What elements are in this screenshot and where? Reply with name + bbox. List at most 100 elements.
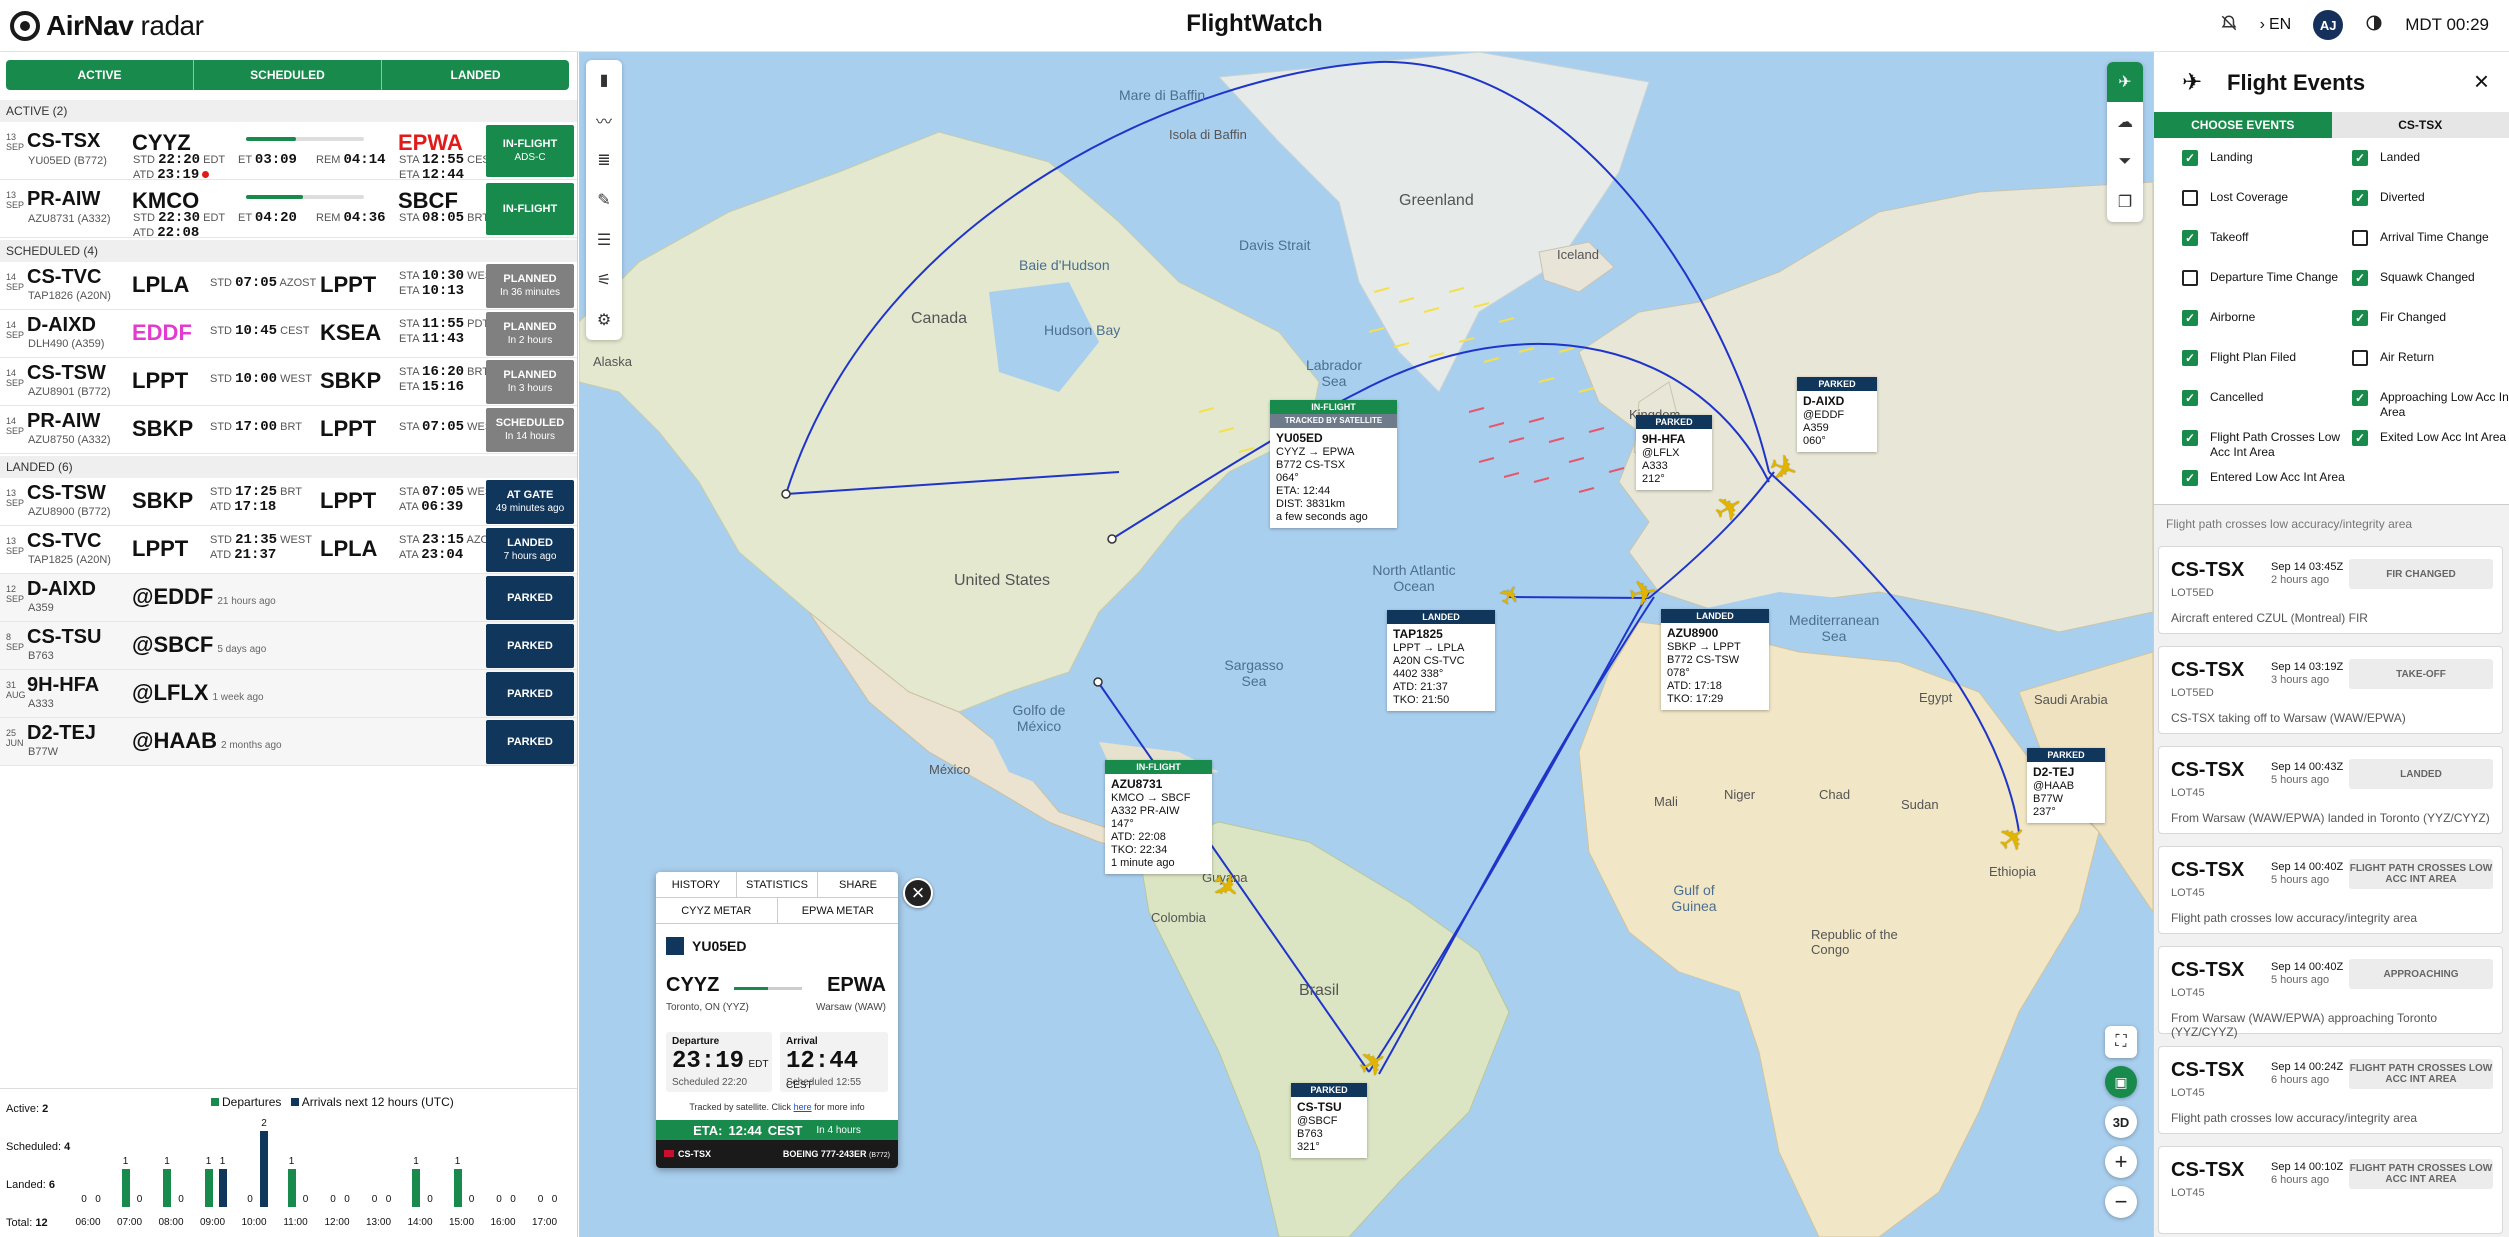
tab-scheduled[interactable]: SCHEDULED xyxy=(194,60,382,90)
checkbox-checked-icon[interactable]: ✓ xyxy=(2352,190,2368,206)
filter-list-icon[interactable]: ☰ xyxy=(586,220,622,260)
flight-tag-azu8731[interactable]: IN-FLIGHT AZU8731 KMCO → SBCF A332 PR-AI… xyxy=(1105,760,1212,874)
close-card-button[interactable]: × xyxy=(903,878,933,908)
checkbox-checked-icon[interactable]: ✓ xyxy=(2182,430,2198,446)
checkbox-unchecked-icon[interactable] xyxy=(2182,270,2198,286)
checkbox-checked-icon[interactable]: ✓ xyxy=(2182,390,2198,406)
event-card[interactable]: CS-TSX LOT5ED Sep 14 03:19Z 3 hours ago TAKE… xyxy=(2158,646,2503,734)
flight-tag-d-aixd[interactable]: PARKED D-AIXD @EDDF A359 060° xyxy=(1797,377,1877,452)
filter-settings-icon[interactable]: ⚟ xyxy=(586,260,622,300)
weather-icon[interactable]: ☁ xyxy=(2107,102,2143,142)
theme-toggle-icon[interactable] xyxy=(2365,14,2383,37)
event-option[interactable]: ✓ Entered Low Acc Int Area xyxy=(2182,470,2347,486)
flight-row[interactable]: 13 SEP CS-TSX YU05ED (B772) CYYZ STD 22:2… xyxy=(0,122,577,183)
checkbox-checked-icon[interactable]: ✓ xyxy=(2352,270,2368,286)
flight-row[interactable]: 13 SEP CS-TSW AZU8900 (B772) SBKP STD 17:… xyxy=(0,478,577,526)
report-icon[interactable]: ≣ xyxy=(586,140,622,180)
event-option[interactable]: ✓ Fir Changed xyxy=(2352,310,2509,326)
event-option[interactable]: Air Return xyxy=(2352,350,2509,366)
event-option[interactable]: ✓ Exited Low Acc Int Area xyxy=(2352,430,2509,446)
event-option[interactable]: ✓ Cancelled xyxy=(2182,390,2347,406)
flight-row[interactable]: 31 AUG 9H-HFA A333 @LFLX 1 week ago PARKED xyxy=(0,670,577,718)
flight-tag-tap1825[interactable]: LANDED TAP1825 LPPT → LPLA A20N CS-TVC 4… xyxy=(1387,610,1495,711)
user-avatar[interactable]: AJ xyxy=(2313,10,2344,40)
tab-active[interactable]: ACTIVE xyxy=(6,60,194,90)
flight-tag-azu8900[interactable]: LANDED AZU8900 SBKP → LPPT B772 CS-TSW 0… xyxy=(1661,609,1769,710)
checkbox-unchecked-icon[interactable] xyxy=(2352,230,2368,246)
event-option[interactable]: ✓ Diverted xyxy=(2352,190,2509,206)
filter-icon[interactable]: ⏷ xyxy=(2107,142,2143,182)
zoom-out-button[interactable]: − xyxy=(2105,1186,2137,1218)
checkbox-checked-icon[interactable]: ✓ xyxy=(2352,390,2368,406)
event-card[interactable]: CS-TSX LOT45 Sep 14 00:43Z 5 hours ago LANDE… xyxy=(2158,746,2503,834)
event-option[interactable]: Lost Coverage xyxy=(2182,190,2347,206)
flight-row[interactable]: 14 SEP CS-TSW AZU8901 (B772) LPPT STD 10:… xyxy=(0,358,577,406)
map-style-icon[interactable]: ▣ xyxy=(2105,1066,2137,1098)
flight-row[interactable]: 14 SEP CS-TVC TAP1826 (A20N) LPLA STD 07:… xyxy=(0,262,577,310)
event-option[interactable]: ✓ Airborne xyxy=(2182,310,2347,326)
close-panel-button[interactable]: × xyxy=(2474,66,2489,97)
event-option[interactable]: ✓ Squawk Changed xyxy=(2352,270,2509,286)
checkbox-checked-icon[interactable]: ✓ xyxy=(2182,350,2198,366)
flight-row[interactable]: 14 SEP D-AIXD DLH490 (A359) EDDF STD 10:4… xyxy=(0,310,577,358)
checkbox-checked-icon[interactable]: ✓ xyxy=(2182,470,2198,486)
weather-overlay-red xyxy=(1468,407,1625,493)
line-chart-icon[interactable]: 〰 xyxy=(586,100,622,140)
event-card[interactable]: CS-TSX LOT5ED Sep 14 03:45Z 2 hours ago FIR … xyxy=(2158,546,2503,634)
3d-view-button[interactable]: 3D xyxy=(2105,1106,2137,1138)
top-header: AirNav radar FlightWatch › EN AJ MDT 00:2… xyxy=(0,0,2509,52)
route-progress xyxy=(734,987,768,990)
flight-row[interactable]: 13 SEP PR-AIW AZU8731 (A332) KMCO STD 22:… xyxy=(0,180,577,241)
fullscreen-icon[interactable]: ⛶ xyxy=(2105,1026,2137,1058)
checkbox-checked-icon[interactable]: ✓ xyxy=(2182,310,2198,326)
flight-row[interactable]: 25 JUN D2-TEJ B77W @HAAB 2 months ago PARK… xyxy=(0,718,577,766)
flight-row[interactable]: 8 SEP CS-TSU B763 @SBCF 5 days ago PARKED xyxy=(0,622,577,670)
event-option[interactable]: ✓ Flight Path Crosses Low Acc Int Area xyxy=(2182,430,2347,460)
flight-tag-9h-hfa[interactable]: PARKED 9H-HFA @LFLX A333 212° xyxy=(1636,415,1712,490)
flight-tag-cs-tsu[interactable]: PARKED CS-TSU @SBCF B763 321° xyxy=(1291,1083,1367,1158)
event-card[interactable]: CS-TSX LOT45 Sep 14 00:10Z 6 hours ago FLIGH… xyxy=(2158,1146,2503,1234)
zoom-in-button[interactable]: + xyxy=(2105,1146,2137,1178)
event-option[interactable]: Arrival Time Change xyxy=(2352,230,2509,246)
checkbox-checked-icon[interactable]: ✓ xyxy=(2182,230,2198,246)
flight-tag-yu05ed[interactable]: IN-FLIGHT TRACKED BY SATELLITE YU05ED CY… xyxy=(1270,400,1397,528)
settings-list-icon[interactable]: ⚙ xyxy=(586,300,622,340)
section-landed: LANDED (6) xyxy=(0,456,577,478)
checkbox-unchecked-icon[interactable] xyxy=(2182,190,2198,206)
map-layers-icon[interactable]: ❐ xyxy=(2107,182,2143,222)
event-option[interactable]: ✓ Approaching Low Acc Int Area xyxy=(2352,390,2509,420)
flight-events-icon[interactable]: ✈ xyxy=(2107,62,2143,102)
checkbox-unchecked-icon[interactable] xyxy=(2352,350,2368,366)
data-label: 0 xyxy=(537,1194,544,1205)
tab-origin-metar[interactable]: CYYZ METAR xyxy=(656,898,778,923)
tab-aircraft-events[interactable]: CS-TSX xyxy=(2331,112,2509,138)
flight-row[interactable]: 12 SEP D-AIXD A359 @EDDF 21 hours ago PARK… xyxy=(0,574,577,622)
flight-row[interactable]: 14 SEP PR-AIW AZU8750 (A332) SBKP STD 17:… xyxy=(0,406,577,454)
event-option[interactable]: ✓ Landed xyxy=(2352,150,2509,166)
notifications-off-icon[interactable] xyxy=(2220,14,2238,37)
event-card[interactable]: CS-TSX LOT45 Sep 14 00:24Z 6 hours ago FLIGH… xyxy=(2158,1046,2503,1134)
event-option[interactable]: ✓ Takeoff xyxy=(2182,230,2347,246)
event-option[interactable]: ✓ Flight Plan Filed xyxy=(2182,350,2347,366)
bar-chart-icon[interactable]: ▮ xyxy=(586,60,622,100)
tab-choose-events[interactable]: CHOOSE EVENTS xyxy=(2154,112,2332,138)
checkbox-checked-icon[interactable]: ✓ xyxy=(2352,430,2368,446)
event-card[interactable]: CS-TSX LOT45 Sep 14 00:40Z 5 hours ago FLIGH… xyxy=(2158,846,2503,934)
language-selector[interactable]: › EN xyxy=(2260,16,2292,34)
flight-tag-d2-tej[interactable]: PARKED D2-TEJ @HAAB B77W 237° xyxy=(2027,748,2105,823)
tab-history[interactable]: HISTORY xyxy=(656,872,737,897)
edit-list-icon[interactable]: ✎ xyxy=(586,180,622,220)
tab-destination-metar[interactable]: EPWA METAR xyxy=(778,898,899,923)
checkbox-checked-icon[interactable]: ✓ xyxy=(2352,150,2368,166)
plane-icon[interactable]: ✈ xyxy=(1626,573,1661,615)
checkbox-checked-icon[interactable]: ✓ xyxy=(2182,150,2198,166)
tab-landed[interactable]: LANDED xyxy=(382,60,569,90)
event-card[interactable]: CS-TSX LOT45 Sep 14 00:40Z 5 hours ago APPRO… xyxy=(2158,946,2503,1039)
tab-share[interactable]: SHARE xyxy=(818,872,898,897)
checkbox-checked-icon[interactable]: ✓ xyxy=(2352,310,2368,326)
event-option[interactable]: ✓ Landing xyxy=(2182,150,2347,166)
flight-row[interactable]: 13 SEP CS-TVC TAP1825 (A20N) LPPT STD 21:… xyxy=(0,526,577,574)
event-option[interactable]: Departure Time Change xyxy=(2182,270,2347,286)
satellite-info-link[interactable]: here xyxy=(794,1102,812,1112)
tab-statistics[interactable]: STATISTICS xyxy=(737,872,818,897)
